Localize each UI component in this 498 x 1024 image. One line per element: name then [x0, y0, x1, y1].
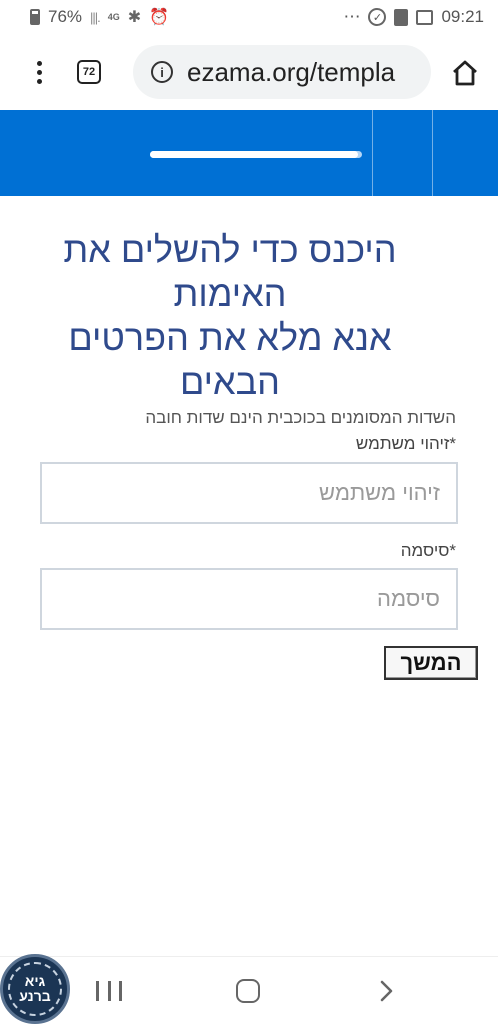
- tabs-counter-icon[interactable]: 72: [77, 60, 101, 84]
- username-label: *זיהוי משתמש: [355, 434, 456, 453]
- menu-dots-icon[interactable]: [28, 60, 50, 84]
- header-banner: [0, 110, 498, 196]
- banner-divider: [432, 110, 433, 196]
- info-icon[interactable]: i: [151, 61, 173, 83]
- status-right: ⋯ ✓ 09:21: [343, 7, 484, 27]
- logo-text-line: גיא: [24, 973, 46, 989]
- continue-button[interactable]: המשך: [384, 646, 478, 680]
- image-icon: [416, 9, 434, 25]
- clock: 09:21: [441, 7, 484, 26]
- alarm-icon: ⏰: [149, 9, 170, 26]
- document-icon: [394, 8, 409, 26]
- progress-bar: [150, 151, 362, 158]
- watermark-logo-text: גיא ברנע: [8, 962, 62, 1016]
- navigation-bar: [0, 956, 498, 1024]
- url-text[interactable]: ezama.org/templa: [187, 57, 395, 88]
- more-notifications-icon: ⋯: [343, 7, 361, 26]
- logo-text-line: ברנע: [19, 988, 51, 1004]
- network-type: 4G: [107, 11, 120, 22]
- browser-toolbar: 72 i ezama.org/templa: [0, 34, 498, 110]
- required-fields-note: השדות המסומנים בכוכבית הינם שדות חובה: [145, 408, 456, 427]
- password-input[interactable]: [40, 568, 458, 630]
- page-title-line: הבאים: [179, 361, 280, 402]
- battery-percent: 76%: [48, 7, 83, 26]
- recent-apps-icon[interactable]: [96, 981, 122, 1001]
- address-bar[interactable]: i ezama.org/templa: [133, 45, 431, 99]
- home-icon[interactable]: [450, 58, 480, 88]
- page-title-line: האימות: [173, 273, 287, 314]
- page-title-line: היכנס כדי להשלים את: [63, 229, 397, 270]
- check-circle-icon: ✓: [368, 8, 387, 26]
- status-bar: 76% |||. 4G ✱ ⏰ ⋯ ✓ 09:21: [0, 0, 498, 34]
- progress-bar-fill: [150, 151, 358, 158]
- watermark-logo: גיא ברנע: [0, 954, 70, 1024]
- battery-icon: [30, 9, 40, 25]
- page-title: היכנס כדי להשלים את האימות אנא מלא את הפ…: [20, 228, 440, 404]
- banner-divider: [372, 110, 373, 196]
- signal-icon: |||.: [90, 9, 101, 25]
- bluetooth-icon: ✱: [127, 9, 142, 26]
- back-icon[interactable]: [374, 979, 398, 1003]
- home-button-icon[interactable]: [236, 979, 260, 1003]
- password-label: *סיסמה: [400, 541, 456, 560]
- status-left: 76% |||. 4G ✱ ⏰: [30, 7, 169, 27]
- page-title-line: אנא מלא את הפרטים: [68, 317, 392, 358]
- username-input[interactable]: [40, 462, 458, 524]
